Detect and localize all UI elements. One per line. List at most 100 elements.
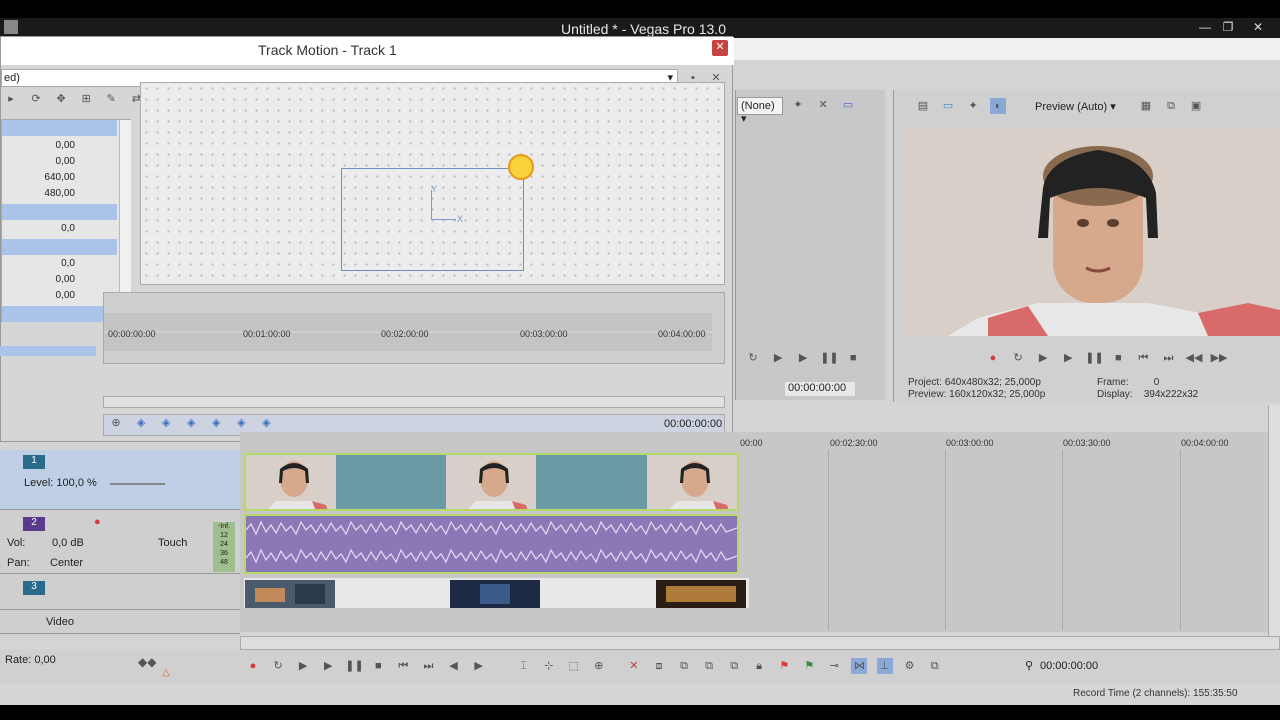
delete-icon[interactable]: ✕	[626, 658, 642, 674]
pause-icon[interactable]: ❚❚	[820, 350, 838, 366]
trim-end-icon[interactable]: ⧉	[701, 658, 717, 674]
grid-icon[interactable]: ▦	[1138, 98, 1154, 114]
stop-icon[interactable]: ■	[1110, 350, 1126, 366]
stop-icon[interactable]: ■	[845, 350, 861, 366]
property-value[interactable]: 0,00	[2, 154, 117, 170]
snapping-icon[interactable]: ⊸	[826, 658, 842, 674]
region-icon[interactable]: ⚑	[801, 658, 817, 674]
maximize-button[interactable]: ❐	[1218, 20, 1238, 36]
trimmer-time: 00:00:00:00	[785, 382, 855, 396]
property-value[interactable]: 0,00	[2, 272, 117, 288]
properties-icon[interactable]: ▤	[915, 98, 931, 114]
clear-icon[interactable]: ✕	[815, 97, 831, 113]
preview-toolbar: ▤ ▭ ✦ ◐	[915, 98, 1012, 114]
minimize-button[interactable]: —	[1195, 20, 1215, 36]
edit-icon[interactable]: ✎	[103, 91, 119, 107]
next-keyframe-icon[interactable]: ◈	[233, 415, 249, 431]
timeline-vertical-scrollbar[interactable]	[1268, 405, 1280, 650]
audio-clip[interactable]	[244, 514, 739, 574]
auto-ripple-icon[interactable]: ⊥	[876, 658, 893, 674]
rotate-icon[interactable]: ⟳	[28, 91, 44, 107]
dialog-close-button[interactable]: ✕	[712, 40, 728, 56]
timeline-horizontal-scrollbar[interactable]	[240, 636, 1280, 650]
play-from-start-icon[interactable]: ▶	[770, 350, 786, 366]
rotation-handle[interactable]	[508, 154, 534, 180]
loop-icon[interactable]: ↻	[270, 658, 286, 674]
loop-icon[interactable]: ↻	[745, 350, 761, 366]
selection-tool-icon[interactable]: ⬚	[566, 658, 582, 674]
first-keyframe-icon[interactable]: ◈	[133, 415, 149, 431]
track-header-3[interactable]: 3	[0, 576, 240, 610]
video-clip[interactable]	[244, 453, 739, 511]
property-value[interactable]: 640,00	[2, 170, 117, 186]
app-titlebar: Untitled * - Vegas Pro 13.0 — ❐ ✕	[0, 18, 1280, 38]
move-icon[interactable]: ✥	[53, 91, 69, 107]
property-value[interactable]: 0,0	[2, 221, 117, 237]
delete-keyframe-icon[interactable]: ◈	[208, 415, 224, 431]
zoom-icon[interactable]: ⊞	[78, 91, 94, 107]
record-arm-icon[interactable]: ●	[94, 516, 101, 528]
prev-frame-icon[interactable]: ⏮	[1135, 350, 1151, 366]
pause-icon[interactable]: ❚❚	[1085, 350, 1103, 366]
property-value[interactable]: 480,00	[2, 186, 117, 202]
next-frame-icon[interactable]: ▶	[471, 658, 487, 674]
copy-snapshot-icon[interactable]: ⧉	[1163, 98, 1179, 114]
arrow-icon[interactable]: ▸	[3, 91, 19, 107]
save-snapshot-icon[interactable]: ▣	[1188, 98, 1204, 114]
property-value[interactable]: 0,00	[2, 138, 117, 154]
track-header-2[interactable]: 2 ● Vol: 0,0 dB Touch Pan: Center -Inf. 1…	[0, 512, 240, 574]
lock-icon[interactable]: 🔒︎	[751, 658, 767, 674]
record-icon[interactable]: ●	[985, 350, 1001, 366]
automation-mode[interactable]: Touch	[158, 537, 187, 549]
fx-icon[interactable]: ✦	[965, 98, 981, 114]
envelope-tool-icon[interactable]: ⊹	[541, 658, 557, 674]
level-slider[interactable]	[110, 483, 165, 485]
normal-edit-tool-icon[interactable]: ⌶	[516, 658, 532, 674]
add-keyframe-icon[interactable]: ◈	[183, 415, 199, 431]
play-from-start-icon[interactable]: ▶	[1035, 350, 1051, 366]
track-header-video[interactable]: Video	[0, 612, 240, 634]
ignore-grouping-icon[interactable]: ⧉	[927, 658, 943, 674]
trim-icon[interactable]: ⧈	[651, 658, 667, 674]
property-value[interactable]: 0,0	[2, 256, 117, 272]
trimmer-select[interactable]: (None) ▾	[737, 97, 783, 125]
sync-cursor-icon[interactable]: ⊕	[108, 415, 124, 431]
fx-icon[interactable]: ✦	[790, 97, 806, 113]
play-icon[interactable]: ▶	[795, 350, 811, 366]
clip-thumbnail	[446, 455, 536, 509]
play-icon[interactable]: ▶	[320, 658, 336, 674]
zoom-tool-icon[interactable]: ⊕	[591, 658, 607, 674]
last-keyframe-icon[interactable]: ◈	[258, 415, 274, 431]
lock-envelopes-icon[interactable]: ⚙	[902, 658, 918, 674]
prev-keyframe-icon[interactable]: ◈	[158, 415, 174, 431]
property-scrollbar[interactable]	[119, 120, 131, 321]
keyframe-timeline[interactable]	[103, 292, 725, 364]
monitor-icon[interactable]: ▭	[840, 97, 856, 113]
rate-slider-icon[interactable]: ◆◆	[138, 655, 156, 669]
play-icon[interactable]: ▶	[1060, 350, 1076, 366]
preview-quality-select[interactable]: Preview (Auto) ▾	[1035, 100, 1116, 113]
go-end-icon[interactable]: ⏭	[420, 658, 436, 674]
track-header-1[interactable]: 1 Level: 100,0 %	[0, 450, 240, 510]
trim-start-icon[interactable]: ⧉	[676, 658, 692, 674]
close-button[interactable]: ✕	[1248, 20, 1268, 36]
prev-frame-icon[interactable]: ◀	[446, 658, 462, 674]
go-start-icon[interactable]: ⏮	[395, 658, 411, 674]
rate-marker-icon[interactable]: △	[162, 667, 170, 678]
external-monitor-icon[interactable]: ▭	[940, 98, 956, 114]
next-frame-icon[interactable]: ⏭	[1160, 350, 1176, 366]
marker-icon[interactable]: ⚑	[776, 658, 792, 674]
ruler-tick: 00:04:00:00	[658, 329, 706, 339]
split-icon[interactable]: ⧉	[726, 658, 742, 674]
loop-icon[interactable]: ↻	[1010, 350, 1026, 366]
stop-icon[interactable]: ■	[370, 658, 386, 674]
pause-icon[interactable]: ❚❚	[345, 658, 363, 674]
split-screen-icon[interactable]: ◐	[990, 98, 1007, 114]
dialog-title: Track Motion - Track 1	[258, 42, 397, 58]
rewind-icon[interactable]: ◀◀	[1186, 350, 1203, 366]
forward-icon[interactable]: ▶▶	[1211, 350, 1228, 366]
auto-crossfade-icon[interactable]: ⋈	[851, 658, 868, 674]
play-from-start-icon[interactable]: ▶	[295, 658, 311, 674]
record-icon[interactable]: ●	[245, 658, 261, 674]
keyframe-scrollbar[interactable]	[103, 396, 725, 408]
